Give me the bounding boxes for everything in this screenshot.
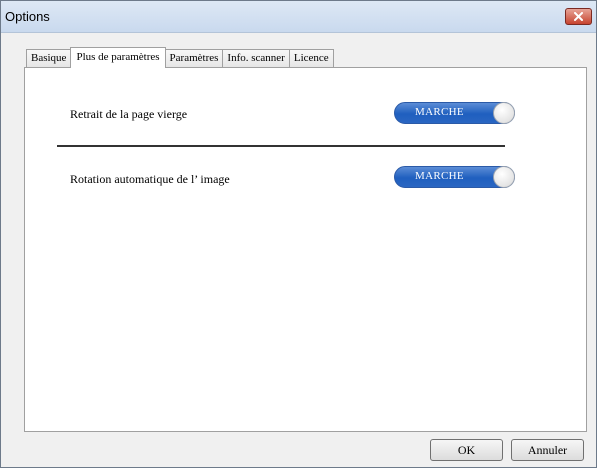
options-window: Options Basique Plus de paramètres Param… [0,0,597,468]
tab-parametres[interactable]: Paramètres [164,49,224,67]
tab-licence[interactable]: Licence [288,49,334,67]
tab-basique[interactable]: Basique [26,49,72,67]
tab-info-scanner[interactable]: Info. scanner [222,49,290,67]
blank-page-removal-toggle[interactable]: MARCHE [394,102,515,124]
window-title: Options [5,9,50,24]
auto-rotation-label: Rotation automatique de l’ image [70,172,230,186]
cancel-button[interactable]: Annuler [511,439,584,461]
tab-strip: Basique Plus de paramètres Paramètres In… [26,47,334,68]
toggle-state-label: MARCHE [415,170,464,182]
toggle-knob [493,166,515,188]
section-divider [57,145,505,147]
tab-plus-de-parametres[interactable]: Plus de paramètres [70,47,166,68]
toggle-knob [493,102,515,124]
title-bar[interactable]: Options [1,1,596,33]
settings-panel: Retrait de la page vierge MARCHE Rotatio… [24,67,587,432]
ok-button[interactable]: OK [430,439,503,461]
blank-page-removal-label: Retrait de la page vierge [70,107,188,121]
auto-rotation-toggle[interactable]: MARCHE [394,166,515,188]
toggle-state-label: MARCHE [415,106,464,118]
close-button[interactable] [565,8,592,25]
close-icon [574,12,583,21]
